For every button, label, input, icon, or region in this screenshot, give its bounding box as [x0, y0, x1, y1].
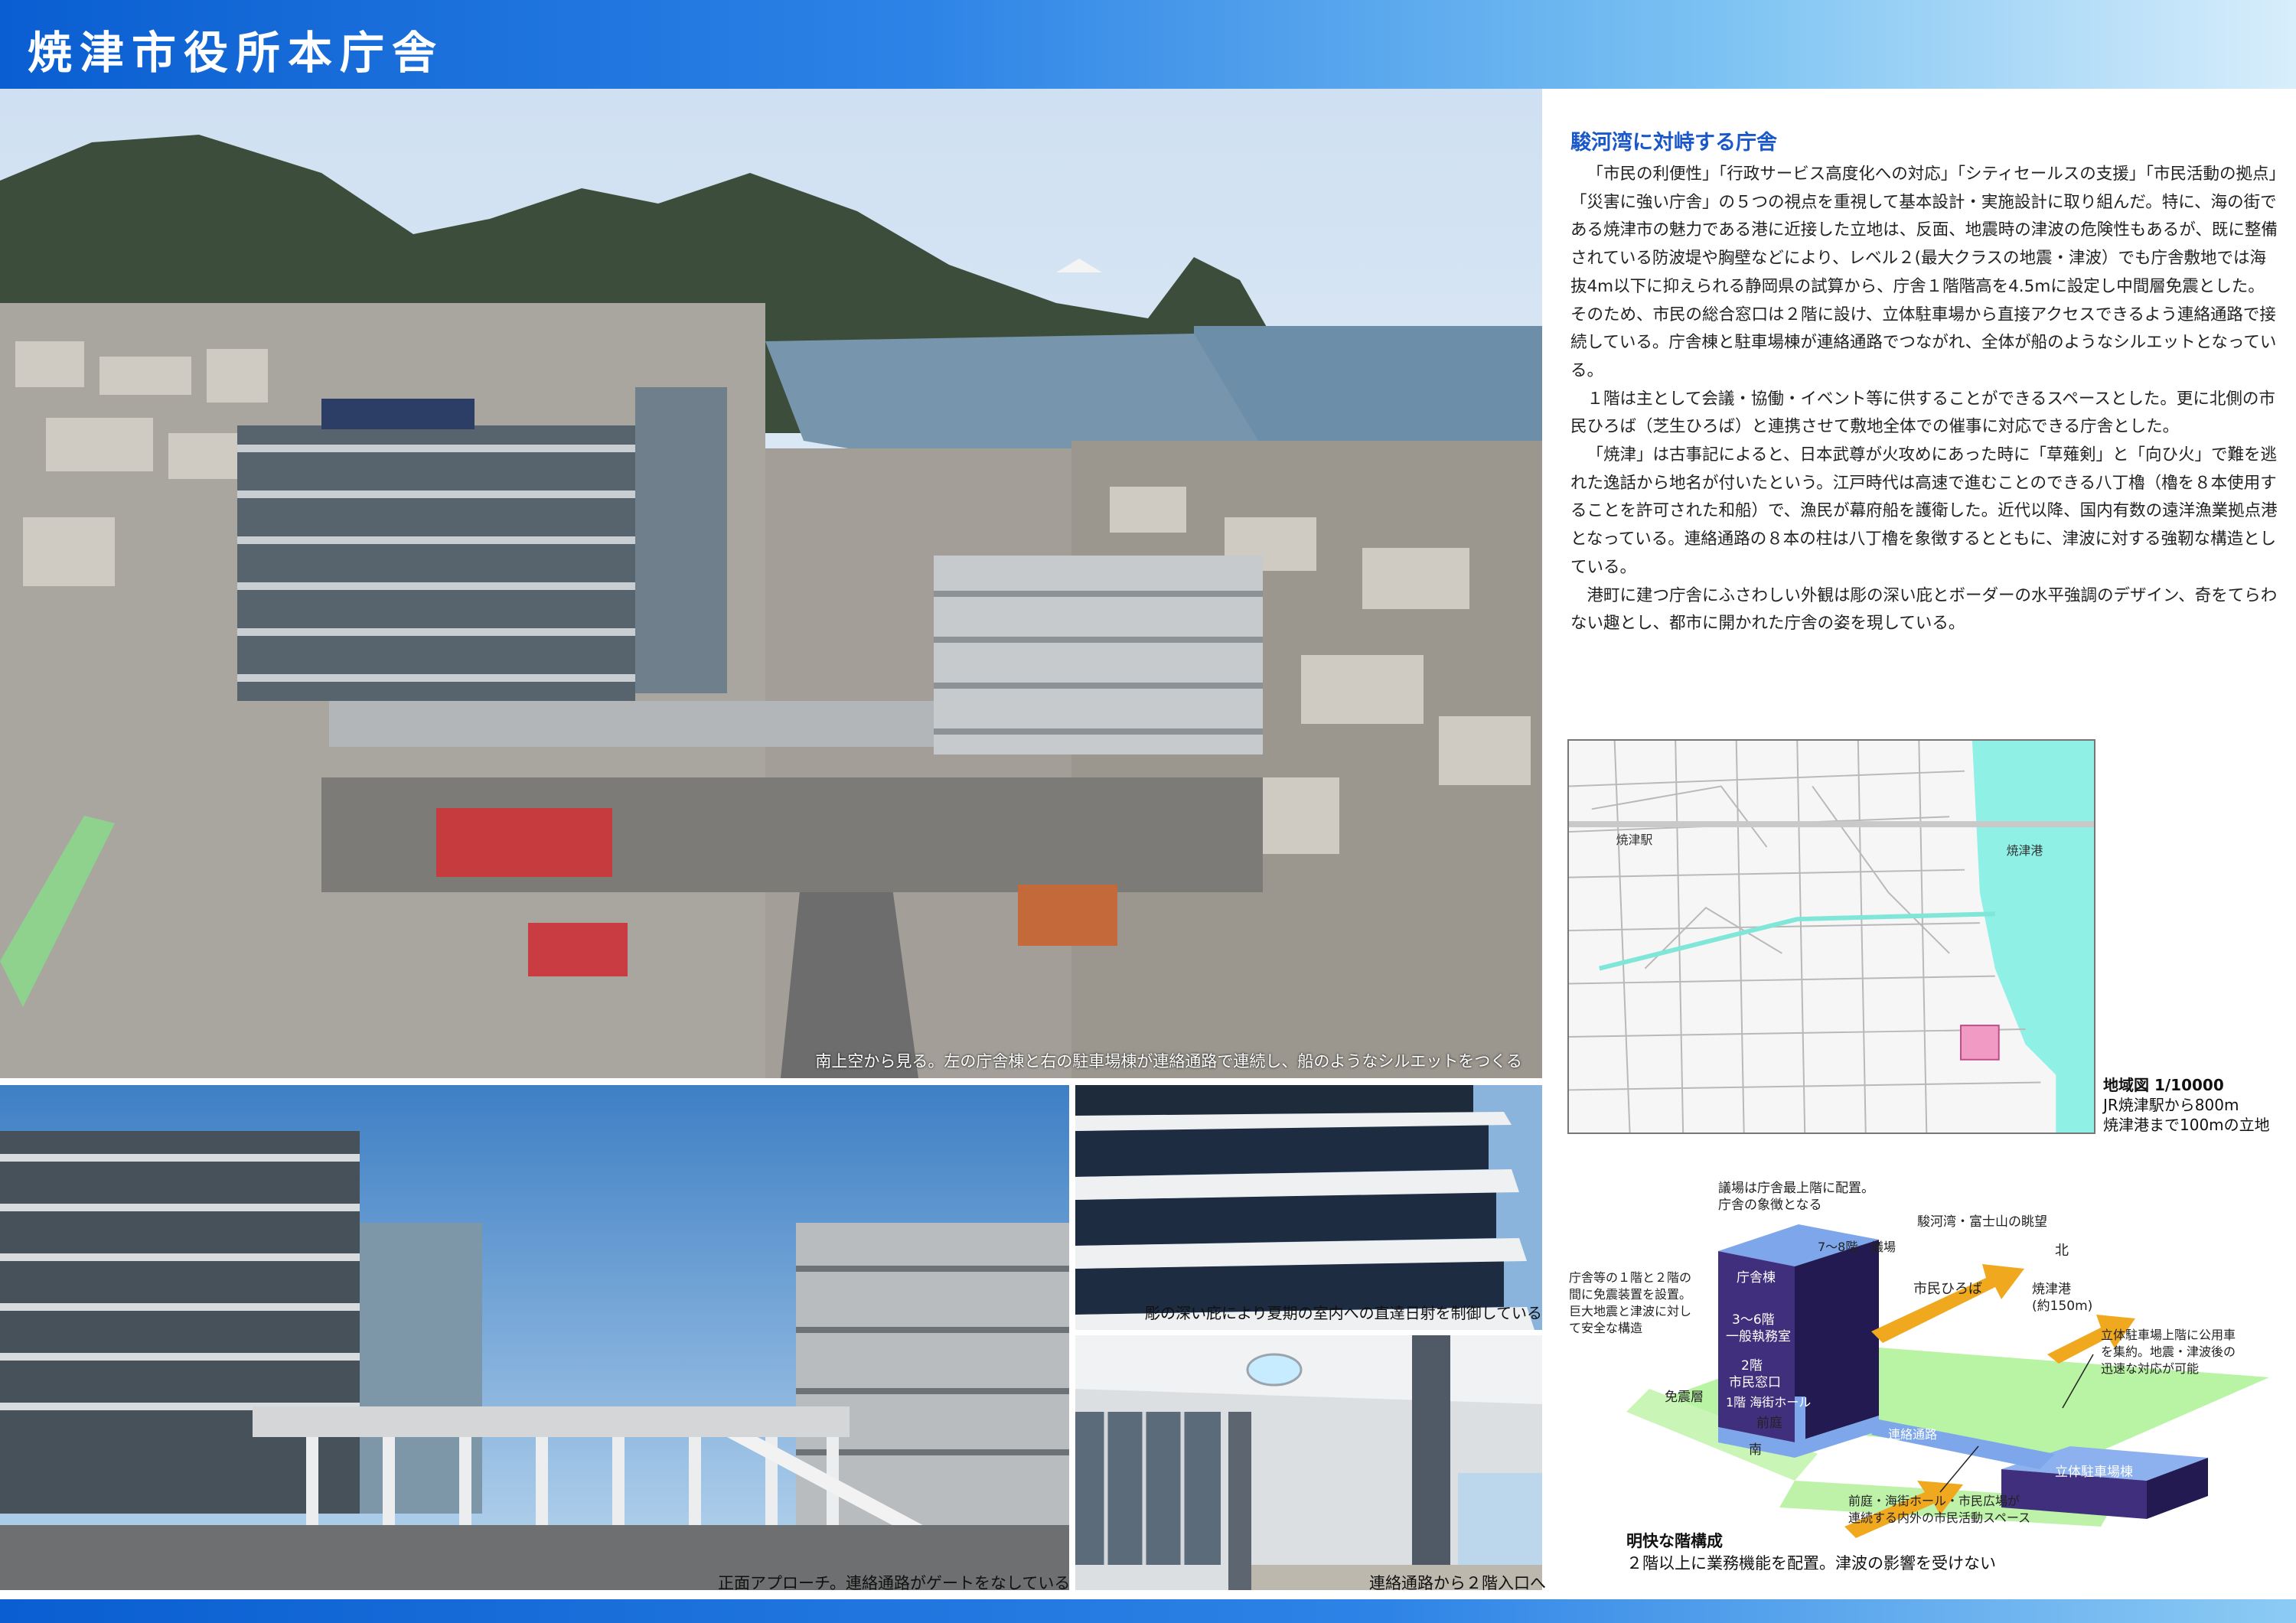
footer-bar — [0, 1599, 2296, 1623]
diagram-note-top2: 庁舎の象徴となる — [1718, 1198, 1822, 1213]
paragraph: 「市民の利便性」「行政サービス高度化への対応」「シティセールスの支援」「市民活動… — [1570, 165, 2278, 380]
diagram-view-label: 駿河湾・富士山の眺望 — [1917, 1214, 2047, 1230]
diagram-isolation-layer: 免震層 — [1665, 1390, 1704, 1405]
map-caption-title: 地域図 1/10000 — [2103, 1076, 2224, 1094]
header-bar: 焼津市役所本庁舎 — [0, 0, 2296, 89]
diagram-floor-3-6: 3～6階 — [1732, 1312, 1775, 1328]
diagram-note-bottom: 前庭・海街ホール・市民広場が — [1848, 1494, 2020, 1508]
diagram-caption: 明快な階構成 ２階以上に業務機能を配置。津波の影響を受けない — [1626, 1530, 1996, 1575]
diagram-floor-1-hall: 1階 海街ホール — [1726, 1395, 1811, 1410]
main-photo-caption: 南上空から見る。左の庁舎棟と右の駐車場棟が連絡通路で連続し、船のようなシルエット… — [815, 1052, 1522, 1071]
diagram-note-left: 間に免震装置を設置。 — [1569, 1287, 1691, 1302]
diagram-note-right: を集約。地震・津波後の — [2101, 1344, 2236, 1359]
diagram-north: 北 — [2055, 1243, 2069, 1259]
diagram-corridor: 連絡通路 — [1888, 1427, 1937, 1442]
paragraph: 「焼津」は古事記によると、日本武尊が火攻めにあった時に「草薙剣」と「向ひ火」で難… — [1570, 445, 2278, 577]
diagram-port: 焼津港 — [2032, 1282, 2071, 1297]
diagram-note-left: て安全な構造 — [1569, 1321, 1642, 1335]
diagram-note-right: 立体駐車場上階に公用車 — [2101, 1328, 2236, 1342]
diagram-caption-title: 明快な階構成 — [1626, 1532, 1723, 1550]
diagram-general-office: 一般執務室 — [1726, 1329, 1791, 1344]
map-caption: 地域図 1/10000 JR焼津駅から800m 焼津港まで100mの立地 — [2103, 1075, 2270, 1135]
diagram-floor-7-8: 7～8階 — [1818, 1240, 1857, 1254]
diagram-citizen-window: 市民窓口 — [1729, 1375, 1781, 1390]
map-port-label: 焼津港 — [2007, 843, 2043, 858]
diagram-front-garden: 前庭 — [1756, 1416, 1782, 1431]
area-map: 焼津駅 焼津港 — [1567, 739, 2095, 1134]
diagram-south: 南 — [1749, 1442, 1762, 1458]
section-heading: 駿河湾に対峙する庁舎 — [1570, 131, 1777, 155]
map-caption-line: 焼津港まで100mの立地 — [2103, 1116, 2270, 1134]
page-title: 焼津市役所本庁舎 — [28, 27, 445, 79]
paragraph: １階は主として会議・協働・イベント等に供することができるスペースとした。更に北側… — [1570, 389, 2275, 437]
aerial-photo: 南上空から見る。左の庁舎棟と右の駐車場棟が連絡通路で連続し、船のようなシルエット… — [0, 89, 1542, 1078]
diagram-parking: 立体駐車場棟 — [2055, 1465, 2133, 1480]
front-photo-caption: 正面アプローチ。連絡通路がゲートをなしている — [718, 1574, 1071, 1592]
diagram-note-left: 巨大地震と津波に対し — [1569, 1304, 1691, 1318]
map-station-label: 焼津駅 — [1616, 833, 1653, 847]
eaves-photo-caption: 彫の深い庇により夏期の室内への直達日射を制御している — [1145, 1304, 1542, 1322]
diagram-note-bottom: 連続する内外の市民活動スペース — [1848, 1511, 2030, 1525]
diagram-assembly: 議場 — [1871, 1240, 1896, 1254]
paragraph: 港町に建つ庁舎にふさわしい外観は彫の深い庇とボーダーの水平強調のデザイン、奇をて… — [1570, 585, 2278, 634]
diagram-note-top: 議場は庁舎最上階に配置。 — [1718, 1181, 1874, 1196]
eaves-photo — [1075, 1085, 1542, 1330]
front-approach-photo — [0, 1085, 1069, 1590]
diagram-office-building: 庁舎棟 — [1737, 1270, 1776, 1286]
map-caption-line: JR焼津駅から800m — [2103, 1096, 2239, 1114]
diagram-floor-2: 2階 — [1741, 1358, 1763, 1374]
diagram-citizen-square: 市民ひろば — [1913, 1281, 1982, 1297]
diagram-note-right: 迅速な対応が可能 — [2101, 1361, 2199, 1376]
diagram-caption-text: ２階以上に業務機能を配置。津波の影響を受けない — [1626, 1554, 1996, 1572]
article-body: 「市民の利便性」「行政サービス高度化への対応」「シティセールスの支援」「市民活動… — [1570, 161, 2278, 638]
diagram-port-distance: (約150m) — [2032, 1299, 2092, 1314]
corridor-photo — [1075, 1335, 1542, 1590]
corridor-photo-caption: 連絡通路から２階入口へ — [1369, 1574, 1546, 1592]
diagram-note-left: 庁舎等の１階と２階の — [1569, 1270, 1691, 1285]
